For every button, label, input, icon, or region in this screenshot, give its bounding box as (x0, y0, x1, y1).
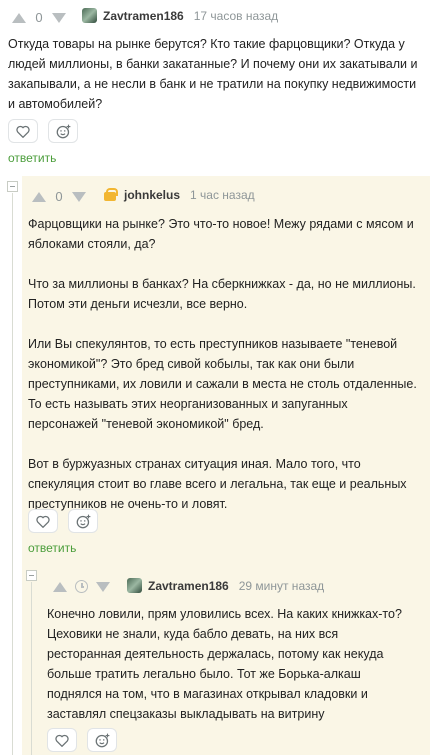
avatar[interactable] (82, 8, 97, 23)
comment-2: 0 johnkelus 1 час назад Фарцовщики на ры… (22, 176, 430, 566)
heart-icon (55, 734, 69, 747)
thread-line (12, 193, 13, 755)
smile-icon (95, 733, 109, 747)
smile-icon (56, 124, 70, 138)
paragraph: Вот в буржуазных странах ситуация иная. … (28, 457, 407, 511)
smile-icon (76, 514, 90, 528)
paragraph: Что за миллионы в банках? На сберкнижках… (28, 277, 416, 311)
comment-3: Zavtramen186 29 минут назад Конечно лови… (41, 566, 430, 755)
collapse-thread-button[interactable] (7, 181, 18, 192)
reaction-button[interactable] (68, 509, 98, 533)
timestamp[interactable]: 29 минут назад (239, 579, 324, 593)
avatar[interactable] (127, 578, 142, 593)
arrow-down-icon[interactable] (52, 12, 66, 23)
vote-control (53, 580, 110, 593)
score: 0 (35, 10, 43, 25)
arrow-down-icon[interactable] (96, 581, 110, 592)
author-name[interactable]: Zavtramen186 (148, 579, 229, 593)
score: 0 (55, 189, 63, 204)
heart-icon (36, 515, 50, 528)
arrow-down-icon[interactable] (72, 191, 86, 202)
comment-1: 0 Zavtramen186 17 часов назад Откуда тов… (0, 0, 430, 170)
avatar[interactable] (102, 188, 118, 202)
reply-link[interactable]: ответить (8, 151, 56, 165)
vote-control: 0 (12, 10, 66, 25)
clock-icon (75, 580, 88, 593)
arrow-up-icon[interactable] (32, 191, 46, 202)
reaction-button[interactable] (87, 728, 117, 752)
paragraph: Фарцовщики на рынке? Это что-то новое! М… (28, 217, 414, 251)
author-name[interactable]: johnkelus (124, 188, 180, 202)
reply-link[interactable]: ответить (28, 541, 76, 555)
timestamp[interactable]: 17 часов назад (194, 9, 278, 23)
action-bar (47, 728, 117, 752)
thread-line (31, 582, 32, 755)
author-row: Zavtramen186 17 часов назад (82, 8, 278, 23)
arrow-up-icon[interactable] (53, 581, 67, 592)
action-bar (28, 509, 98, 533)
like-button[interactable] (47, 728, 77, 752)
like-button[interactable] (28, 509, 58, 533)
timestamp[interactable]: 1 час назад (190, 188, 255, 202)
author-row: johnkelus 1 час назад (102, 188, 255, 202)
action-bar (8, 119, 78, 143)
arrow-up-icon[interactable] (12, 12, 26, 23)
like-button[interactable] (8, 119, 38, 143)
paragraph: Или Вы спекулянтов, то есть преступников… (28, 337, 417, 431)
comment-text: Фарцовщики на рынке? Это что-то новое! М… (28, 214, 420, 514)
author-row: Zavtramen186 29 минут назад (127, 578, 324, 593)
comment-text: Конечно ловили, прям уловились всех. На … (47, 607, 402, 721)
vote-control: 0 (32, 189, 86, 204)
reaction-button[interactable] (48, 119, 78, 143)
collapse-thread-button[interactable] (26, 570, 37, 581)
author-name[interactable]: Zavtramen186 (103, 9, 184, 23)
heart-icon (16, 125, 30, 138)
comment-text: Откуда товары на рынке берутся? Кто таки… (8, 37, 418, 111)
